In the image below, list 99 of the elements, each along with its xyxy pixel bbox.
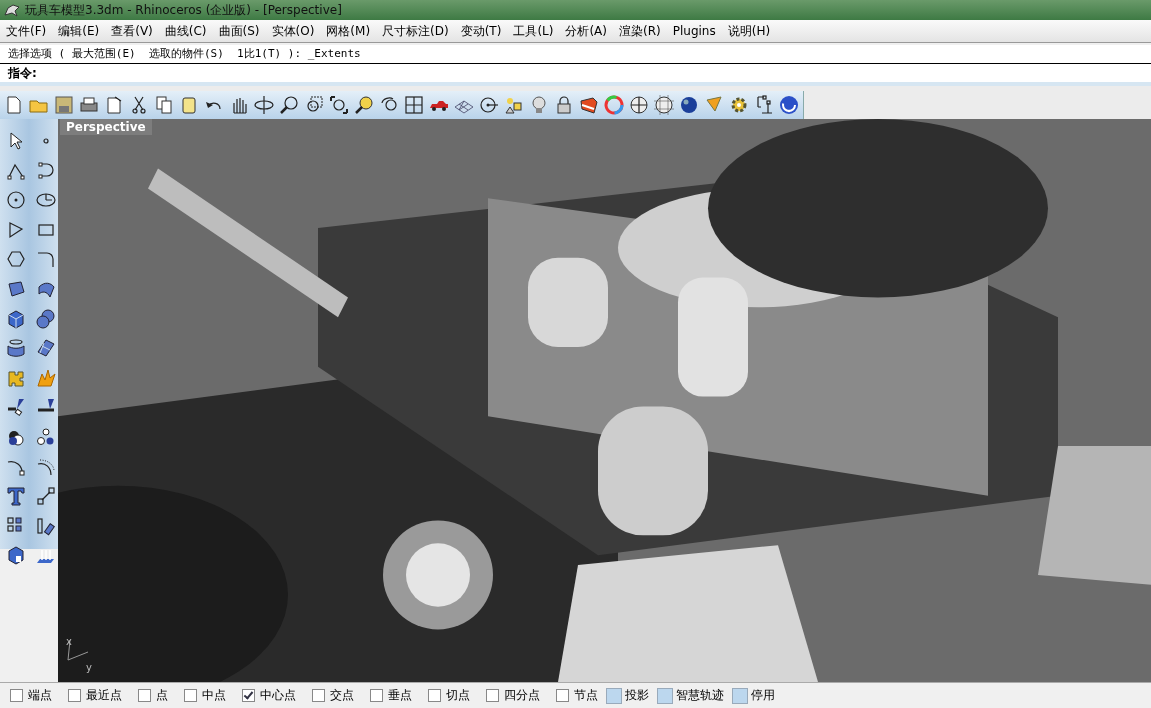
checkbox[interactable] (428, 689, 441, 702)
clipboard-icon[interactable] (179, 95, 199, 115)
toggle-indicator[interactable] (657, 687, 673, 704)
text-icon[interactable] (6, 486, 26, 507)
color-wheel-icon[interactable] (604, 95, 624, 115)
copy-icon[interactable] (154, 95, 174, 115)
osnap-checkbox[interactable]: 端点 (10, 687, 52, 704)
menu-item[interactable]: 网格(M) (326, 22, 371, 40)
checkbox-label: 节点 (574, 687, 598, 704)
menu-item[interactable]: 渲染(R) (619, 22, 661, 40)
new-file-icon[interactable] (4, 95, 24, 115)
menu-item[interactable]: 实体(O) (271, 22, 315, 40)
shaded-sphere-icon[interactable] (679, 95, 699, 115)
command-prompt: 指令: (8, 64, 37, 82)
dimension-icon[interactable] (754, 95, 774, 115)
cylinder-icon[interactable] (6, 338, 26, 359)
checkbox[interactable] (242, 689, 255, 702)
checkbox-label: 最近点 (86, 687, 122, 704)
menu-item[interactable]: 编辑(E) (58, 22, 100, 40)
toggle-button[interactable]: 停用 (732, 687, 775, 704)
osnap-checkbox[interactable]: 垂点 (370, 687, 412, 704)
checkbox[interactable] (184, 689, 197, 702)
osnap-checkbox[interactable]: 四分点 (486, 687, 540, 704)
toggle-label: 投影 (625, 687, 649, 704)
checkbox-label: 端点 (28, 687, 52, 704)
osnap-checkbox[interactable]: 中点 (184, 687, 226, 704)
box-view-icon[interactable] (6, 545, 26, 566)
menu-item[interactable]: 变动(T) (460, 22, 502, 40)
checkbox-label: 点 (156, 687, 168, 704)
menu-item[interactable]: 曲线(C) (164, 22, 207, 40)
osnap-checkbox[interactable]: 交点 (312, 687, 354, 704)
gear-icon[interactable] (729, 95, 749, 115)
wire-sphere-icon[interactable] (629, 95, 649, 115)
mesh-icon[interactable] (36, 338, 56, 359)
window-title: 玩具车模型3.3dm - Rhinoceros (企业版) - [Perspective] (25, 1, 342, 19)
rhino-icon (4, 2, 20, 18)
spheres-icon[interactable] (36, 308, 56, 329)
osnap-checkbox[interactable]: 节点 (556, 687, 598, 704)
toggle-button[interactable]: 投影 (606, 687, 649, 704)
document-icon[interactable] (104, 95, 124, 115)
lock-icon[interactable] (554, 95, 574, 115)
circle-point-icon[interactable] (479, 95, 499, 115)
checkbox[interactable] (556, 689, 569, 702)
checkbox[interactable] (370, 689, 383, 702)
osnap-checkbox[interactable]: 切点 (428, 687, 470, 704)
osnap-checkbox[interactable]: 点 (138, 687, 168, 704)
cube-icon[interactable] (6, 308, 26, 329)
menu-item[interactable]: 查看(V) (111, 22, 153, 40)
checkbox-label: 中心点 (260, 687, 296, 704)
checkbox[interactable] (138, 689, 151, 702)
toggle-indicator[interactable] (606, 687, 622, 704)
toggle-indicator[interactable] (732, 687, 748, 704)
explosion-icon[interactable] (36, 367, 56, 388)
grid-sphere-icon[interactable] (654, 95, 674, 115)
checkbox-label: 切点 (446, 687, 470, 704)
menu-item[interactable]: 工具(L) (513, 22, 554, 40)
checkbox[interactable] (312, 689, 325, 702)
osnap-checkbox[interactable]: 中心点 (242, 687, 296, 704)
zoom-icon[interactable] (279, 95, 299, 115)
toggle-button[interactable]: 智慧轨迹 (657, 687, 724, 704)
shapes-icon[interactable] (504, 95, 524, 115)
osnap-checkbox[interactable]: 最近点 (68, 687, 122, 704)
checkbox[interactable] (486, 689, 499, 702)
zoom-window-icon[interactable] (304, 95, 324, 115)
rotate-object-icon[interactable] (36, 515, 56, 536)
zoom-selected-icon[interactable] (354, 95, 374, 115)
fillet-icon[interactable] (36, 249, 56, 270)
checkbox[interactable] (68, 689, 81, 702)
checkbox-label: 四分点 (504, 687, 540, 704)
light-bulb-icon[interactable] (529, 95, 549, 115)
menu-item[interactable]: 说明(H) (727, 22, 771, 40)
layers-icon[interactable] (579, 95, 599, 115)
move-icon[interactable] (36, 486, 56, 507)
toggle-label: 停用 (751, 687, 775, 704)
axis-label: y (86, 662, 92, 673)
viewport-tab[interactable]: Perspective (60, 119, 152, 135)
menu-item[interactable]: 尺寸标注(D) (382, 22, 449, 40)
surface-icon[interactable] (6, 278, 26, 299)
checkbox[interactable] (10, 689, 23, 702)
polygon-icon[interactable] (6, 249, 26, 270)
split-icon[interactable] (6, 397, 26, 418)
four-viewports-icon[interactable] (404, 95, 424, 115)
axis-label: x (66, 636, 72, 647)
menu-item[interactable]: 曲面(S) (218, 22, 260, 40)
zoom-extents-icon[interactable] (329, 95, 349, 115)
menu-item[interactable]: 分析(A) (565, 22, 607, 40)
checkbox-label: 中点 (202, 687, 226, 704)
menu-item[interactable]: Plugins (672, 24, 716, 38)
checkbox-label: 交点 (330, 687, 354, 704)
printer-icon[interactable] (79, 95, 99, 115)
menu-item[interactable]: 文件(F) (6, 22, 47, 40)
toggle-label: 智慧轨迹 (676, 687, 724, 704)
offset-curve-icon[interactable] (36, 456, 56, 477)
circle-icon[interactable] (6, 190, 26, 211)
orbit-icon[interactable] (254, 95, 274, 115)
dots-icon[interactable] (36, 426, 56, 447)
curve-icon[interactable] (36, 160, 56, 181)
scissors-icon[interactable] (129, 95, 149, 115)
checkbox-label: 垂点 (388, 687, 412, 704)
